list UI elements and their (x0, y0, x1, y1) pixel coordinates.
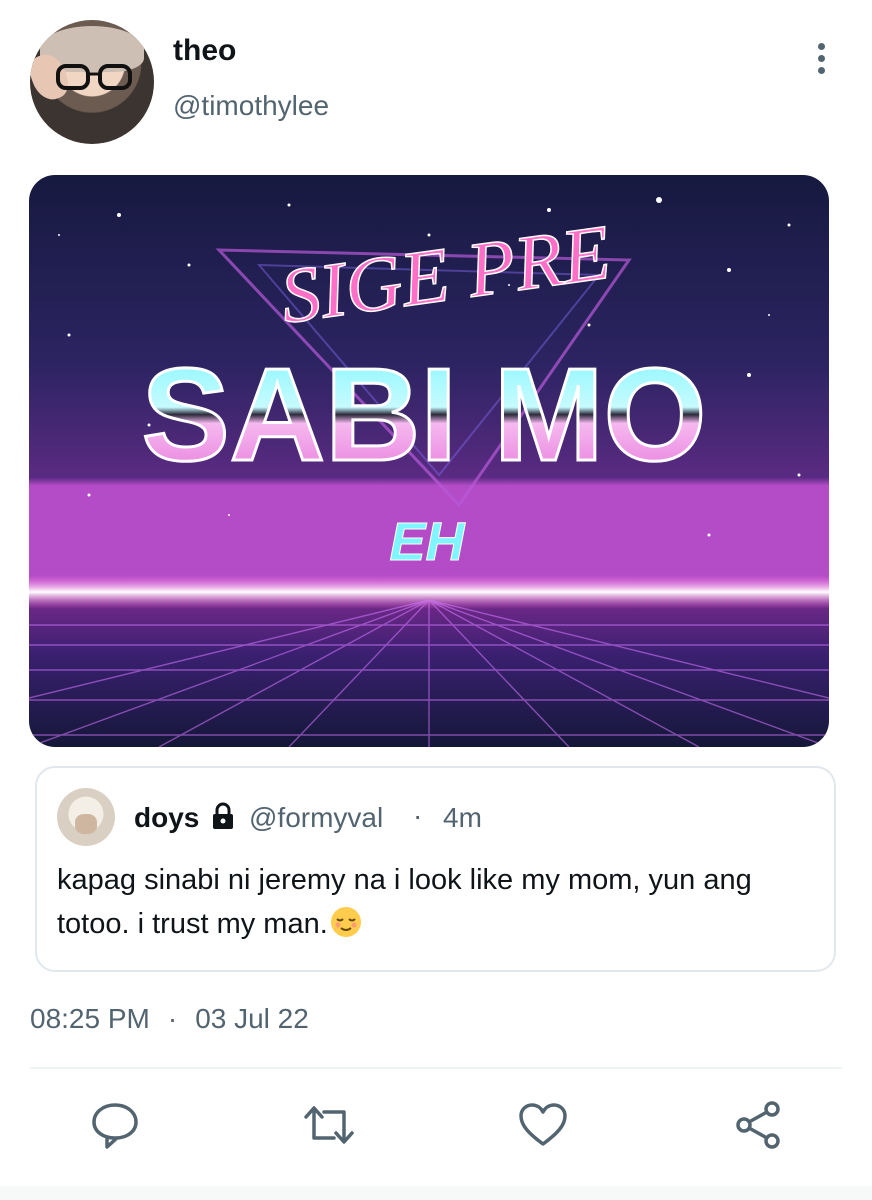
author-display-name[interactable]: theo (173, 34, 236, 68)
quoted-tweet-text: kapag sinabi ni jeremy na i look like my… (57, 858, 797, 946)
reply-icon[interactable] (90, 1100, 140, 1150)
media-main-text: SABI MO (142, 341, 707, 488)
avatar-glasses (56, 64, 132, 90)
media-bottom-text: EH (389, 512, 465, 572)
quoted-timestamp[interactable]: 4m (443, 802, 482, 834)
quoted-separator: · (413, 800, 423, 831)
quoted-tweet[interactable]: doys @formyval · 4m kapag sinabi ni jere… (35, 766, 836, 972)
quoted-display-name[interactable]: doys (134, 802, 199, 834)
tweet-time: 08:25 PM (30, 1003, 150, 1034)
lock-icon (213, 802, 233, 829)
quoted-avatar-face (75, 814, 97, 834)
tweet-image[interactable]: SIGE PRE SABI MO EH (29, 175, 829, 747)
relieved-face-emoji-icon (330, 907, 361, 937)
synthwave-meme-image: SIGE PRE SABI MO EH (29, 175, 829, 747)
meta-separator: · (167, 1003, 178, 1034)
tweet-timestamp[interactable]: 08:25 PM · 03 Jul 22 (30, 1003, 309, 1035)
quoted-tweet-text-content: kapag sinabi ni jeremy na i look like my… (57, 864, 752, 940)
divider (30, 1067, 842, 1069)
more-options-icon[interactable] (806, 40, 836, 80)
quoted-handle[interactable]: @formyval (249, 802, 383, 834)
share-icon[interactable] (734, 1100, 784, 1150)
quoted-author-avatar[interactable] (57, 788, 115, 846)
retweet-icon[interactable] (304, 1100, 354, 1150)
tweet-date: 03 Jul 22 (195, 1003, 309, 1034)
author-avatar[interactable] (30, 20, 154, 144)
like-icon[interactable] (518, 1100, 568, 1150)
bottom-border (0, 1186, 872, 1200)
author-handle[interactable]: @timothylee (173, 90, 329, 122)
